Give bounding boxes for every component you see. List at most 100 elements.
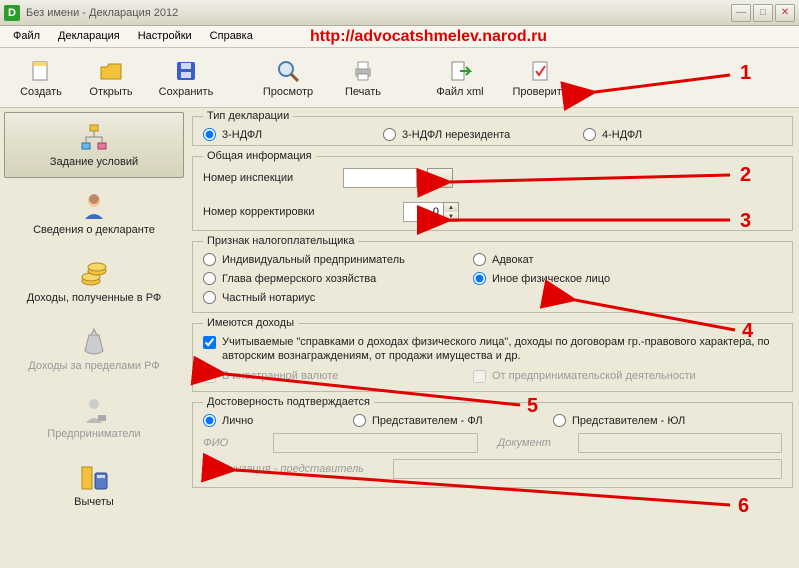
radio-3ndfl-nonresident[interactable]: 3-НДФЛ нерезидента: [383, 128, 573, 141]
group-legend: Тип декларации: [203, 110, 293, 122]
coins-icon: [79, 259, 109, 289]
group-taxpayer: Признак налогоплательщика Индивидуальный…: [192, 235, 793, 313]
close-button[interactable]: ✕: [775, 4, 795, 22]
sidebar-item-entrepreneur[interactable]: Предприниматели: [4, 384, 184, 450]
radio-label: 4-НДФЛ: [602, 129, 642, 141]
sidebar-item-income-foreign[interactable]: Доходы за пределами РФ: [4, 316, 184, 382]
correction-label: Номер корректировки: [203, 206, 333, 218]
window-title: Без имени - Декларация 2012: [26, 7, 731, 19]
radio-label: Адвокат: [492, 254, 534, 266]
radio-ip[interactable]: Индивидуальный предприниматель: [203, 253, 463, 266]
check-icon: [527, 58, 553, 84]
open-label: Открыть: [89, 86, 132, 98]
radio-label: 3-НДФЛ: [222, 129, 262, 141]
group-legend: Имеются доходы: [203, 317, 298, 329]
group-confirm: Достоверность подтверждается Лично Предс…: [192, 396, 793, 488]
preview-button[interactable]: Просмотр: [248, 51, 328, 105]
check-income-entrepr[interactable]: От предпринимательской деятельности: [473, 369, 696, 383]
open-folder-icon: [98, 58, 124, 84]
correction-input[interactable]: [403, 202, 443, 222]
save-button[interactable]: Сохранить: [146, 51, 226, 105]
radio-3ndfl[interactable]: 3-НДФЛ: [203, 128, 373, 141]
preview-label: Просмотр: [263, 86, 313, 98]
inspection-input[interactable]: [343, 168, 417, 188]
radio-label: Частный нотариус: [222, 292, 315, 304]
inspection-browse-button[interactable]: …: [427, 168, 453, 188]
menu-declaration[interactable]: Декларация: [49, 26, 129, 47]
create-label: Создать: [20, 86, 62, 98]
radio-other-person[interactable]: Иное физическое лицо: [473, 272, 673, 285]
save-label: Сохранить: [159, 86, 214, 98]
annotation-3: 3: [740, 210, 751, 233]
annotation-2: 2: [740, 164, 751, 187]
app-logo: D: [4, 5, 20, 21]
overlay-url: http://advocatshmelev.narod.ru: [310, 28, 547, 46]
org-label: Организация - представитель: [203, 463, 383, 475]
menu-settings[interactable]: Настройки: [129, 26, 201, 47]
annotation-4: 4: [742, 320, 753, 343]
check-label: От предпринимательской деятельности: [492, 369, 696, 383]
sidebar-item-declarant[interactable]: Сведения о декларанте: [4, 180, 184, 246]
sidebar-item-deductions[interactable]: Вычеты: [4, 452, 184, 518]
open-button[interactable]: Открыть: [76, 51, 146, 105]
menu-file[interactable]: Файл: [4, 26, 49, 47]
minimize-button[interactable]: —: [731, 4, 751, 22]
businessman-icon: [79, 395, 109, 425]
check-label: В иностранной валюте: [222, 369, 338, 383]
new-file-icon: [28, 58, 54, 84]
check-label: Проверить: [512, 86, 567, 98]
print-button[interactable]: Печать: [328, 51, 398, 105]
doc-input: [578, 433, 783, 453]
group-income: Имеются доходы Учитываемые "справками о …: [192, 317, 793, 392]
radio-advocate[interactable]: Адвокат: [473, 253, 673, 266]
filexml-label: Файл xml: [436, 86, 483, 98]
check-label: Учитываемые "справками о доходах физичес…: [222, 335, 782, 363]
group-legend: Достоверность подтверждается: [203, 396, 374, 408]
annotation-6: 6: [738, 495, 749, 518]
radio-label: Глава фермерского хозяйства: [222, 273, 376, 285]
calculator-icon: [79, 463, 109, 493]
sidebar-item-label: Доходы за пределами РФ: [28, 360, 159, 372]
menu-help[interactable]: Справка: [201, 26, 262, 47]
radio-label: Иное физическое лицо: [492, 273, 610, 285]
sidebar-item-conditions[interactable]: Задание условий: [4, 112, 184, 178]
content-area: Тип декларации 3-НДФЛ 3-НДФЛ нерезидента…: [188, 108, 799, 568]
radio-label: Представителем - ЮЛ: [572, 415, 685, 427]
create-button[interactable]: Создать: [6, 51, 76, 105]
menubar: Файл Декларация Настройки Справка http:/…: [0, 26, 799, 48]
person-icon: [79, 191, 109, 221]
radio-confirm-rep-fl[interactable]: Представителем - ФЛ: [353, 414, 543, 427]
printer-icon: [350, 58, 376, 84]
money-bag-icon: [79, 327, 109, 357]
correction-spinner[interactable]: ▲ ▼: [403, 202, 459, 222]
export-file-icon: [447, 58, 473, 84]
org-input: [393, 459, 782, 479]
check-income-cert[interactable]: Учитываемые "справками о доходах физичес…: [203, 335, 782, 363]
titlebar: D Без имени - Декларация 2012 — □ ✕: [0, 0, 799, 26]
annotation-1: 1: [740, 62, 751, 85]
sidebar-item-label: Доходы, полученные в РФ: [27, 292, 162, 304]
group-declaration-type: Тип декларации 3-НДФЛ 3-НДФЛ нерезидента…: [192, 110, 793, 146]
save-disk-icon: [173, 58, 199, 84]
group-legend: Общая информация: [203, 150, 316, 162]
doc-label: Документ: [498, 437, 568, 449]
sidebar-item-income-rf[interactable]: Доходы, полученные в РФ: [4, 248, 184, 314]
radio-farm[interactable]: Глава фермерского хозяйства: [203, 272, 463, 285]
annotation-5: 5: [527, 395, 538, 418]
radio-notary[interactable]: Частный нотариус: [203, 291, 463, 304]
spin-down-button[interactable]: ▼: [444, 212, 458, 221]
toolbar: Создать Открыть Сохранить Просмотр Печа: [0, 48, 799, 108]
radio-confirm-self[interactable]: Лично: [203, 414, 343, 427]
radio-label: Индивидуальный предприниматель: [222, 254, 405, 266]
filexml-button[interactable]: Файл xml: [420, 51, 500, 105]
check-income-foreign[interactable]: В иностранной валюте: [203, 369, 463, 383]
radio-confirm-rep-ul[interactable]: Представителем - ЮЛ: [553, 414, 685, 427]
flowchart-icon: [79, 123, 109, 153]
check-button[interactable]: Проверить: [500, 51, 580, 105]
radio-4ndfl[interactable]: 4-НДФЛ: [583, 128, 642, 141]
spin-up-button[interactable]: ▲: [444, 203, 458, 212]
radio-label: Лично: [222, 415, 253, 427]
maximize-button[interactable]: □: [753, 4, 773, 22]
fio-input: [273, 433, 478, 453]
radio-label: 3-НДФЛ нерезидента: [402, 129, 510, 141]
